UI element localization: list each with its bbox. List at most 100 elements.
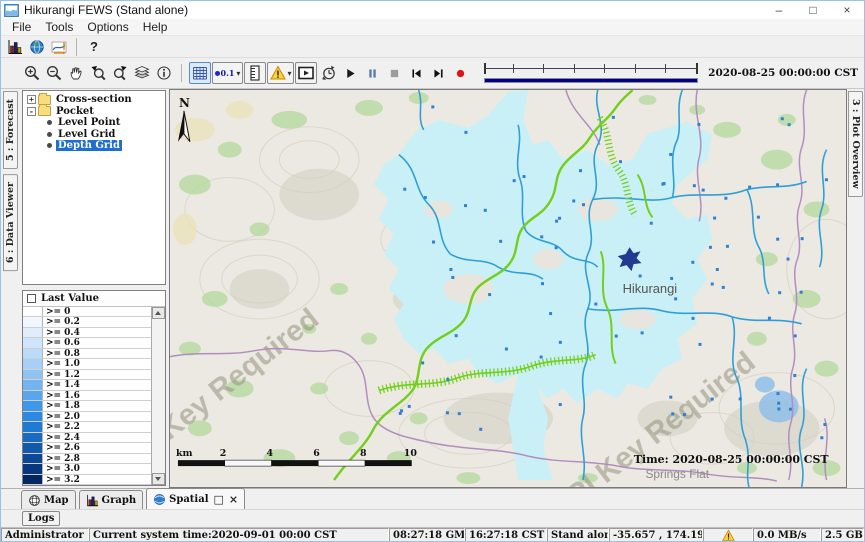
scroll-down-button[interactable] — [152, 473, 165, 485]
zoom-in-button[interactable] — [22, 62, 43, 84]
time-navigator-button[interactable] — [318, 62, 339, 84]
app-logo-icon — [4, 4, 19, 17]
legend-swatch — [23, 338, 43, 348]
timeline-slider[interactable] — [482, 61, 700, 85]
legend-row[interactable]: >= 2.0 — [23, 412, 151, 423]
timeline-current-time: 2020-08-25 00:00:00 CST — [708, 67, 858, 79]
close-button[interactable]: × — [830, 1, 864, 19]
legend-row[interactable]: >= 2.4 — [23, 433, 151, 444]
menu-item[interactable]: File — [5, 20, 38, 34]
legend-row[interactable]: >= 0.4 — [23, 328, 151, 339]
timeline-period-bar[interactable] — [484, 78, 698, 83]
collapse-icon[interactable]: - — [27, 107, 36, 116]
pause-button[interactable] — [362, 62, 383, 84]
legend-row[interactable]: >= 1.8 — [23, 401, 151, 412]
scroll-up-button[interactable] — [152, 307, 165, 319]
movie-icon — [298, 65, 314, 81]
tree-item-level-grid[interactable]: Level Grid — [23, 129, 165, 141]
status-local-time: 16:27:18 CST — [465, 528, 547, 542]
legend-row[interactable]: >= 3.2 — [23, 475, 151, 486]
expand-icon[interactable]: + — [27, 95, 36, 104]
step-forward-button[interactable] — [428, 62, 449, 84]
zoom-previous-button[interactable] — [88, 62, 109, 84]
legend-swatch — [23, 380, 43, 390]
wireframe-globe-icon — [28, 494, 41, 507]
explorer-button[interactable] — [5, 36, 26, 58]
tree-item-depth-grid[interactable]: Depth Grid — [23, 140, 165, 152]
record-button[interactable] — [450, 62, 471, 84]
legend-row[interactable]: >= 0.8 — [23, 349, 151, 360]
legend-swatch — [23, 307, 43, 317]
spatial-globe-icon — [153, 493, 166, 506]
thresholds-dropdown[interactable]: ▾ — [267, 62, 294, 84]
main-toolbar: ? — [1, 36, 864, 58]
legend-row[interactable]: >= 0 — [23, 307, 151, 318]
status-coordinates: -35.657 , 174.199 — [609, 528, 703, 542]
grid-display-button[interactable] — [189, 62, 211, 84]
tab-forecast[interactable]: 5 : Forecast — [3, 91, 18, 169]
svg-text:2: 2 — [219, 448, 226, 459]
svg-text:6: 6 — [313, 448, 320, 459]
legend-panel: Last Value >= 0 >= 0.2 — [22, 290, 166, 487]
legend-row[interactable]: >= 1.2 — [23, 370, 151, 381]
legend-label: >= 0.6 — [43, 338, 80, 348]
maximize-button[interactable]: □ — [796, 1, 830, 19]
bullet-icon — [47, 120, 52, 125]
zoom-out-button[interactable] — [44, 62, 65, 84]
stop-button[interactable] — [384, 62, 405, 84]
menu-item[interactable]: Options — [80, 20, 135, 34]
status-user: Administrator — [1, 528, 89, 542]
legend-row[interactable]: >= 1.0 — [23, 359, 151, 370]
legend-row[interactable]: >= 1.6 — [23, 391, 151, 402]
layers-button[interactable] — [132, 62, 153, 84]
menu-item[interactable]: Help — [136, 20, 175, 34]
logs-button[interactable]: Logs — [22, 511, 60, 526]
tab-map[interactable]: Map — [21, 490, 76, 509]
pan-button[interactable] — [66, 62, 87, 84]
status-system-time: Current system time:2020-09-01 00:00 CST — [89, 528, 389, 542]
map-display-button[interactable] — [27, 36, 48, 58]
tab-spatial[interactable]: Spatial □ × — [146, 488, 245, 509]
filter-tree: + Cross-section - Pocket Level Point Lev… — [22, 90, 166, 285]
legend-row[interactable]: >= 2.6 — [23, 443, 151, 454]
tree-item-pocket[interactable]: - Pocket — [23, 106, 165, 118]
legend-label: >= 2.6 — [43, 443, 80, 453]
legend-row[interactable]: >= 0.2 — [23, 317, 151, 328]
legend-scrollbar[interactable] — [152, 307, 165, 486]
legend-row[interactable]: >= 0.6 — [23, 338, 151, 349]
minimize-button[interactable]: – — [762, 1, 796, 19]
play-button[interactable] — [340, 62, 361, 84]
legend-row[interactable]: >= 3.0 — [23, 464, 151, 475]
step-back-button[interactable] — [406, 62, 427, 84]
close-tab-icon[interactable]: × — [229, 493, 238, 506]
tree-item-level-point[interactable]: Level Point — [23, 117, 165, 129]
record-icon — [454, 67, 467, 80]
menu-item[interactable]: Tools — [38, 20, 80, 34]
tab-plot-overview[interactable]: 3 : Plot Overview — [848, 91, 863, 197]
legend-label: >= 3.2 — [43, 475, 80, 485]
status-warning-cell[interactable] — [703, 528, 753, 542]
undock-icon[interactable]: □ — [214, 493, 224, 506]
profile-display-button[interactable] — [49, 36, 70, 58]
legend-row[interactable]: >= 2.8 — [23, 454, 151, 465]
info-button[interactable] — [154, 62, 175, 84]
bar-chart-icon — [7, 39, 23, 55]
scalebar-button[interactable] — [244, 62, 266, 84]
help-button[interactable]: ? — [84, 36, 105, 58]
legend-row[interactable]: >= 2.2 — [23, 422, 151, 433]
zoom-next-button[interactable] — [110, 62, 131, 84]
zoom-out-icon — [46, 65, 62, 81]
legend-label: >= 0.2 — [43, 317, 80, 327]
scrollbar-track[interactable] — [152, 319, 165, 474]
svg-text:10: 10 — [403, 448, 417, 459]
tab-graph[interactable]: Graph — [79, 490, 144, 509]
last-value-checkbox[interactable] — [27, 294, 36, 303]
map-canvas[interactable]: API Key Required API Key Required — [169, 89, 847, 488]
contour-interval-dropdown[interactable]: 0.1 ▾ — [212, 62, 244, 84]
legend-row[interactable]: >= 1.4 — [23, 380, 151, 391]
legend-swatch — [23, 443, 43, 453]
animation-button[interactable] — [295, 62, 317, 84]
map-toolbar: 0.1 ▾ ▾ 2020-08-25 00:00:00 CST — [1, 58, 864, 89]
tab-data-viewer[interactable]: 6 : Data Viewer — [3, 174, 18, 271]
legend-swatch — [23, 349, 43, 359]
